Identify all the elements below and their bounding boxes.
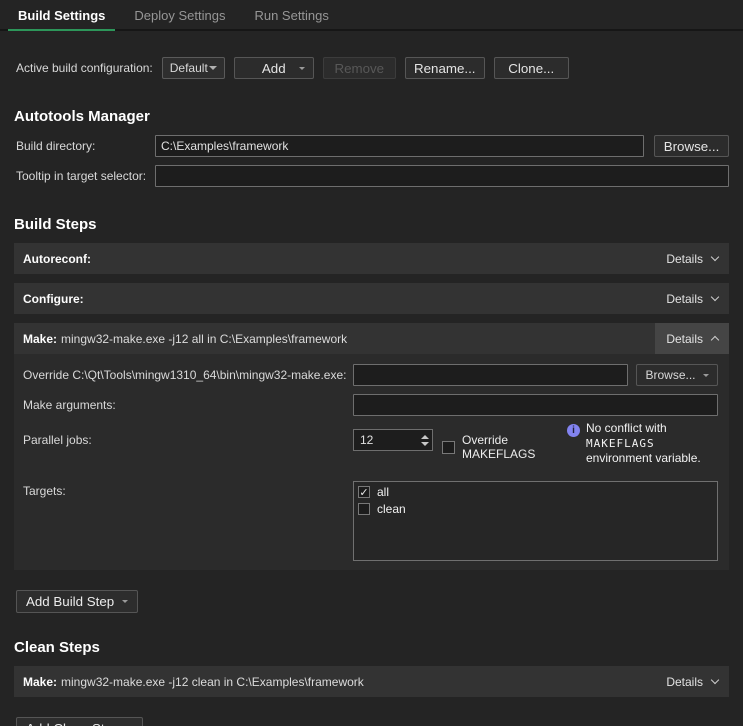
add-clean-step-button[interactable]: Add Clean Step <box>16 717 143 726</box>
details-label: Details <box>666 292 703 306</box>
targets-label: Targets: <box>23 481 353 498</box>
override-make-label: Override C:\Qt\Tools\mingw1310_64\bin\mi… <box>23 368 353 382</box>
parallel-jobs-label: Parallel jobs: <box>23 429 353 447</box>
parallel-jobs-input[interactable] <box>354 430 417 450</box>
build-steps-list: Autoreconf: Details Configure: Details M… <box>14 243 729 570</box>
add-build-step-button[interactable]: Add Build Step <box>16 590 138 613</box>
targets-list[interactable]: all clean <box>353 481 718 561</box>
tooltip-label: Tooltip in target selector: <box>16 169 155 183</box>
make-details-panel: Override C:\Qt\Tools\mingw1310_64\bin\mi… <box>14 354 729 570</box>
step-row-configure: Configure: Details <box>14 283 729 314</box>
browse-label: Browse... <box>645 368 695 382</box>
active-configuration-label: Active build configuration: <box>16 61 153 75</box>
stepper-arrows[interactable] <box>417 430 432 450</box>
chevron-down-icon <box>711 293 719 301</box>
step-name: Make: <box>23 332 57 346</box>
settings-tabbar: Build Settings Deploy Settings Run Setti… <box>0 0 743 31</box>
dropdown-arrow-icon <box>122 600 128 603</box>
parallel-jobs-stepper[interactable] <box>353 429 433 451</box>
tab-run-settings[interactable]: Run Settings <box>244 2 338 31</box>
tooltip-input[interactable] <box>155 165 729 187</box>
step-summary: mingw32-make.exe -j12 all in C:\Examples… <box>61 332 347 346</box>
chevron-down-icon <box>711 676 719 684</box>
make-arguments-input[interactable] <box>353 394 718 416</box>
details-label: Details <box>666 675 703 689</box>
override-make-input[interactable] <box>353 364 628 386</box>
targets-row: Targets: all clean <box>23 481 718 561</box>
target-item-clean[interactable]: clean <box>358 502 713 516</box>
step-name: Configure: <box>23 292 84 306</box>
dropdown-arrow-icon <box>703 374 709 377</box>
chevron-up-icon <box>711 336 719 344</box>
make-arguments-row: Make arguments: <box>23 394 718 416</box>
active-configuration-row: Active build configuration: Default Add … <box>16 57 729 79</box>
step-row-make: Make: mingw32-make.exe -j12 all in C:\Ex… <box>14 323 729 354</box>
override-makeflags-control[interactable]: Override MAKEFLAGS <box>442 433 555 461</box>
clone-configuration-button[interactable]: Clone... <box>494 57 569 79</box>
step-name: Make: <box>23 675 57 689</box>
target-all-label: all <box>377 485 389 499</box>
makeflags-info: i No conflict with MAKEFLAGS environment… <box>567 421 718 466</box>
step-name: Autoreconf: <box>23 252 91 266</box>
step-summary: mingw32-make.exe -j12 clean in C:\Exampl… <box>61 675 364 689</box>
spin-up-icon[interactable] <box>421 435 429 439</box>
tooltip-row: Tooltip in target selector: <box>16 165 729 187</box>
chevron-down-icon <box>209 66 217 70</box>
override-makeflags-checkbox[interactable] <box>442 441 455 454</box>
target-clean-checkbox[interactable] <box>358 503 370 515</box>
clean-steps-title: Clean Steps <box>14 639 743 656</box>
add-configuration-button[interactable]: Add <box>234 57 314 79</box>
chevron-down-icon <box>711 253 719 261</box>
rename-configuration-button[interactable]: Rename... <box>405 57 485 79</box>
target-item-all[interactable]: all <box>358 485 713 499</box>
build-directory-input[interactable] <box>155 135 644 157</box>
add-clean-step-label: Add Clean Step <box>26 721 119 726</box>
autotools-form: Build directory: Browse... Tooltip in ta… <box>16 135 729 187</box>
parallel-jobs-row: Parallel jobs: Override MAKEFLAGS i No c… <box>23 429 718 475</box>
target-all-checkbox[interactable] <box>358 486 370 498</box>
dropdown-arrow-icon <box>299 67 305 70</box>
step-row-autoreconf: Autoreconf: Details <box>14 243 729 274</box>
add-button-label: Add <box>262 61 286 76</box>
details-label: Details <box>666 332 703 346</box>
build-directory-label: Build directory: <box>16 139 155 153</box>
remove-configuration-button[interactable]: Remove <box>323 57 396 79</box>
spin-down-icon[interactable] <box>421 442 429 446</box>
build-steps-title: Build Steps <box>14 216 743 233</box>
info-icon: i <box>567 424 580 437</box>
info-line3: environment variable. <box>586 451 701 465</box>
step-block-make: Make: mingw32-make.exe -j12 all in C:\Ex… <box>14 323 729 570</box>
target-clean-label: clean <box>377 502 406 516</box>
add-build-step-label: Add Build Step <box>26 594 114 609</box>
tab-deploy-settings[interactable]: Deploy Settings <box>124 2 235 31</box>
clean-make-details-button[interactable]: Details <box>655 666 729 697</box>
autoreconf-details-button[interactable]: Details <box>655 243 729 274</box>
clean-steps-list: Make: mingw32-make.exe -j12 clean in C:\… <box>14 666 729 697</box>
make-arguments-label: Make arguments: <box>23 398 353 412</box>
details-label: Details <box>666 252 703 266</box>
autotools-manager-title: Autotools Manager <box>14 108 743 125</box>
configuration-select[interactable]: Default <box>162 57 225 79</box>
tab-build-settings[interactable]: Build Settings <box>8 2 115 31</box>
step-row-clean-make: Make: mingw32-make.exe -j12 clean in C:\… <box>14 666 729 697</box>
build-directory-browse-button[interactable]: Browse... <box>654 135 729 157</box>
makeflags-info-text: No conflict with MAKEFLAGS environment v… <box>586 421 718 466</box>
info-line2: MAKEFLAGS <box>586 437 655 450</box>
override-browse-button[interactable]: Browse... <box>636 364 718 386</box>
configure-details-button[interactable]: Details <box>655 283 729 314</box>
override-make-row: Override C:\Qt\Tools\mingw1310_64\bin\mi… <box>23 364 718 386</box>
info-line1: No conflict with <box>586 421 667 435</box>
configuration-selected-value: Default <box>170 61 208 75</box>
make-details-button[interactable]: Details <box>655 323 729 354</box>
override-makeflags-label: Override MAKEFLAGS <box>462 433 555 461</box>
build-directory-row: Build directory: Browse... <box>16 135 729 157</box>
